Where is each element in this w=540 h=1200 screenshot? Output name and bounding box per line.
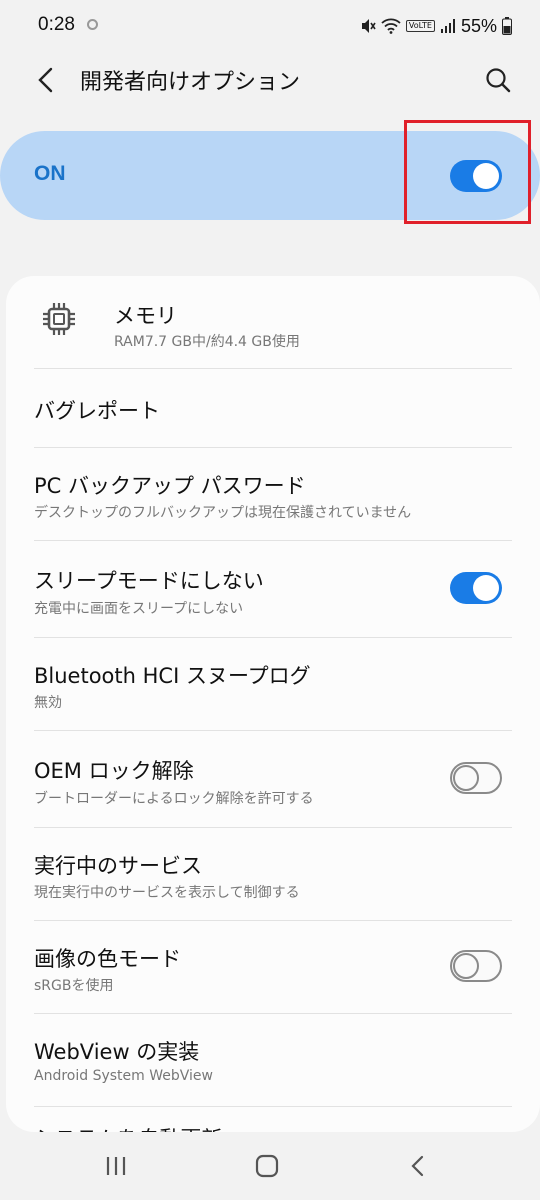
item-title: OEM ロック解除 — [34, 759, 194, 783]
item-title: WebView の実装 — [34, 1040, 200, 1064]
notification-dot-icon — [87, 19, 98, 30]
list-item-webview-implementation[interactable]: WebView の実装 Android System WebView — [6, 1014, 540, 1106]
wifi-icon — [381, 18, 401, 34]
chevron-left-icon — [38, 67, 53, 93]
item-title: 画像の色モード — [34, 947, 181, 971]
recent-apps-icon — [106, 1157, 126, 1175]
battery-percent: 55% — [460, 15, 497, 36]
list-item-auto-system-update[interactable]: システムを自動更新 — [6, 1107, 540, 1132]
item-title: 実行中のサービス — [34, 854, 202, 878]
stay-awake-toggle[interactable] — [450, 572, 502, 604]
oem-unlock-toggle[interactable] — [450, 762, 502, 794]
item-subtitle: デスクトップのフルバックアップは現在保護されていません — [34, 505, 412, 521]
toggle-knob — [473, 575, 499, 601]
list-item-pc-backup-password[interactable]: PC バックアップ パスワード デスクトップのフルバックアップは現在保護されてい… — [6, 448, 540, 540]
search-icon — [486, 68, 511, 93]
item-title: システムを自動更新 — [34, 1123, 222, 1132]
recent-apps-button[interactable] — [86, 1144, 146, 1188]
highlight-box — [404, 120, 531, 224]
item-subtitle: 充電中に画面をスリープにしない — [34, 601, 244, 617]
list-item-picture-color-mode[interactable]: 画像の色モード sRGBを使用 — [6, 921, 540, 1013]
item-subtitle: sRGBを使用 — [34, 978, 114, 994]
developer-options-screen: 0:28 VoLTE 55% 開発者向けオプション ON メモリ RAM7.7 … — [0, 0, 540, 1200]
mute-icon — [361, 19, 376, 33]
list-item-stay-awake[interactable]: スリープモードにしない 充電中に画面をスリープにしない — [6, 541, 540, 637]
item-subtitle: ブートローダーによるロック解除を許可する — [34, 791, 314, 807]
page-title: 開発者向けオプション — [80, 70, 301, 95]
settings-list: メモリ RAM7.7 GB中/約4.4 GB使用 バグレポート PC バックアッ… — [6, 276, 540, 1132]
item-subtitle: RAM7.7 GB中/約4.4 GB使用 — [114, 334, 300, 350]
home-button[interactable] — [237, 1144, 297, 1188]
search-button[interactable] — [476, 58, 520, 102]
back-button[interactable] — [24, 58, 68, 102]
memory-chip-icon — [43, 303, 75, 335]
battery-icon — [502, 17, 512, 35]
master-switch-label: ON — [34, 162, 66, 185]
item-subtitle: 現在実行中のサービスを表示して制御する — [34, 885, 300, 901]
status-bar: 0:28 VoLTE 55% — [0, 0, 540, 52]
item-subtitle: Android System WebView — [34, 1068, 213, 1084]
home-icon — [255, 1154, 279, 1178]
item-title: バグレポート — [34, 399, 160, 423]
volte-badge: VoLTE — [405, 20, 435, 32]
status-time: 0:28 — [38, 14, 75, 35]
status-icons: VoLTE 55% — [360, 12, 512, 40]
app-header: 開発者向けオプション — [0, 52, 540, 108]
list-item-running-services[interactable]: 実行中のサービス 現在実行中のサービスを表示して制御する — [6, 828, 540, 920]
toggle-knob — [453, 953, 479, 979]
navigation-bar — [0, 1132, 540, 1200]
item-title: PC バックアップ パスワード — [34, 474, 306, 498]
list-item-bluetooth-hci-snoop[interactable]: Bluetooth HCI スヌープログ 無効 — [6, 638, 540, 730]
signal-icon — [440, 19, 455, 33]
color-mode-toggle[interactable] — [450, 950, 502, 982]
toggle-knob — [453, 765, 479, 791]
list-item-bug-report[interactable]: バグレポート — [6, 369, 540, 447]
item-title: スリープモードにしない — [34, 569, 264, 593]
item-subtitle: 無効 — [34, 695, 62, 711]
item-title: メモリ — [114, 304, 177, 328]
list-item-memory[interactable]: メモリ RAM7.7 GB中/約4.4 GB使用 — [6, 276, 540, 368]
back-icon — [411, 1155, 424, 1177]
nav-back-button[interactable] — [388, 1144, 448, 1188]
list-item-oem-unlock[interactable]: OEM ロック解除 ブートローダーによるロック解除を許可する — [6, 731, 540, 827]
item-title: Bluetooth HCI スヌープログ — [34, 664, 311, 688]
